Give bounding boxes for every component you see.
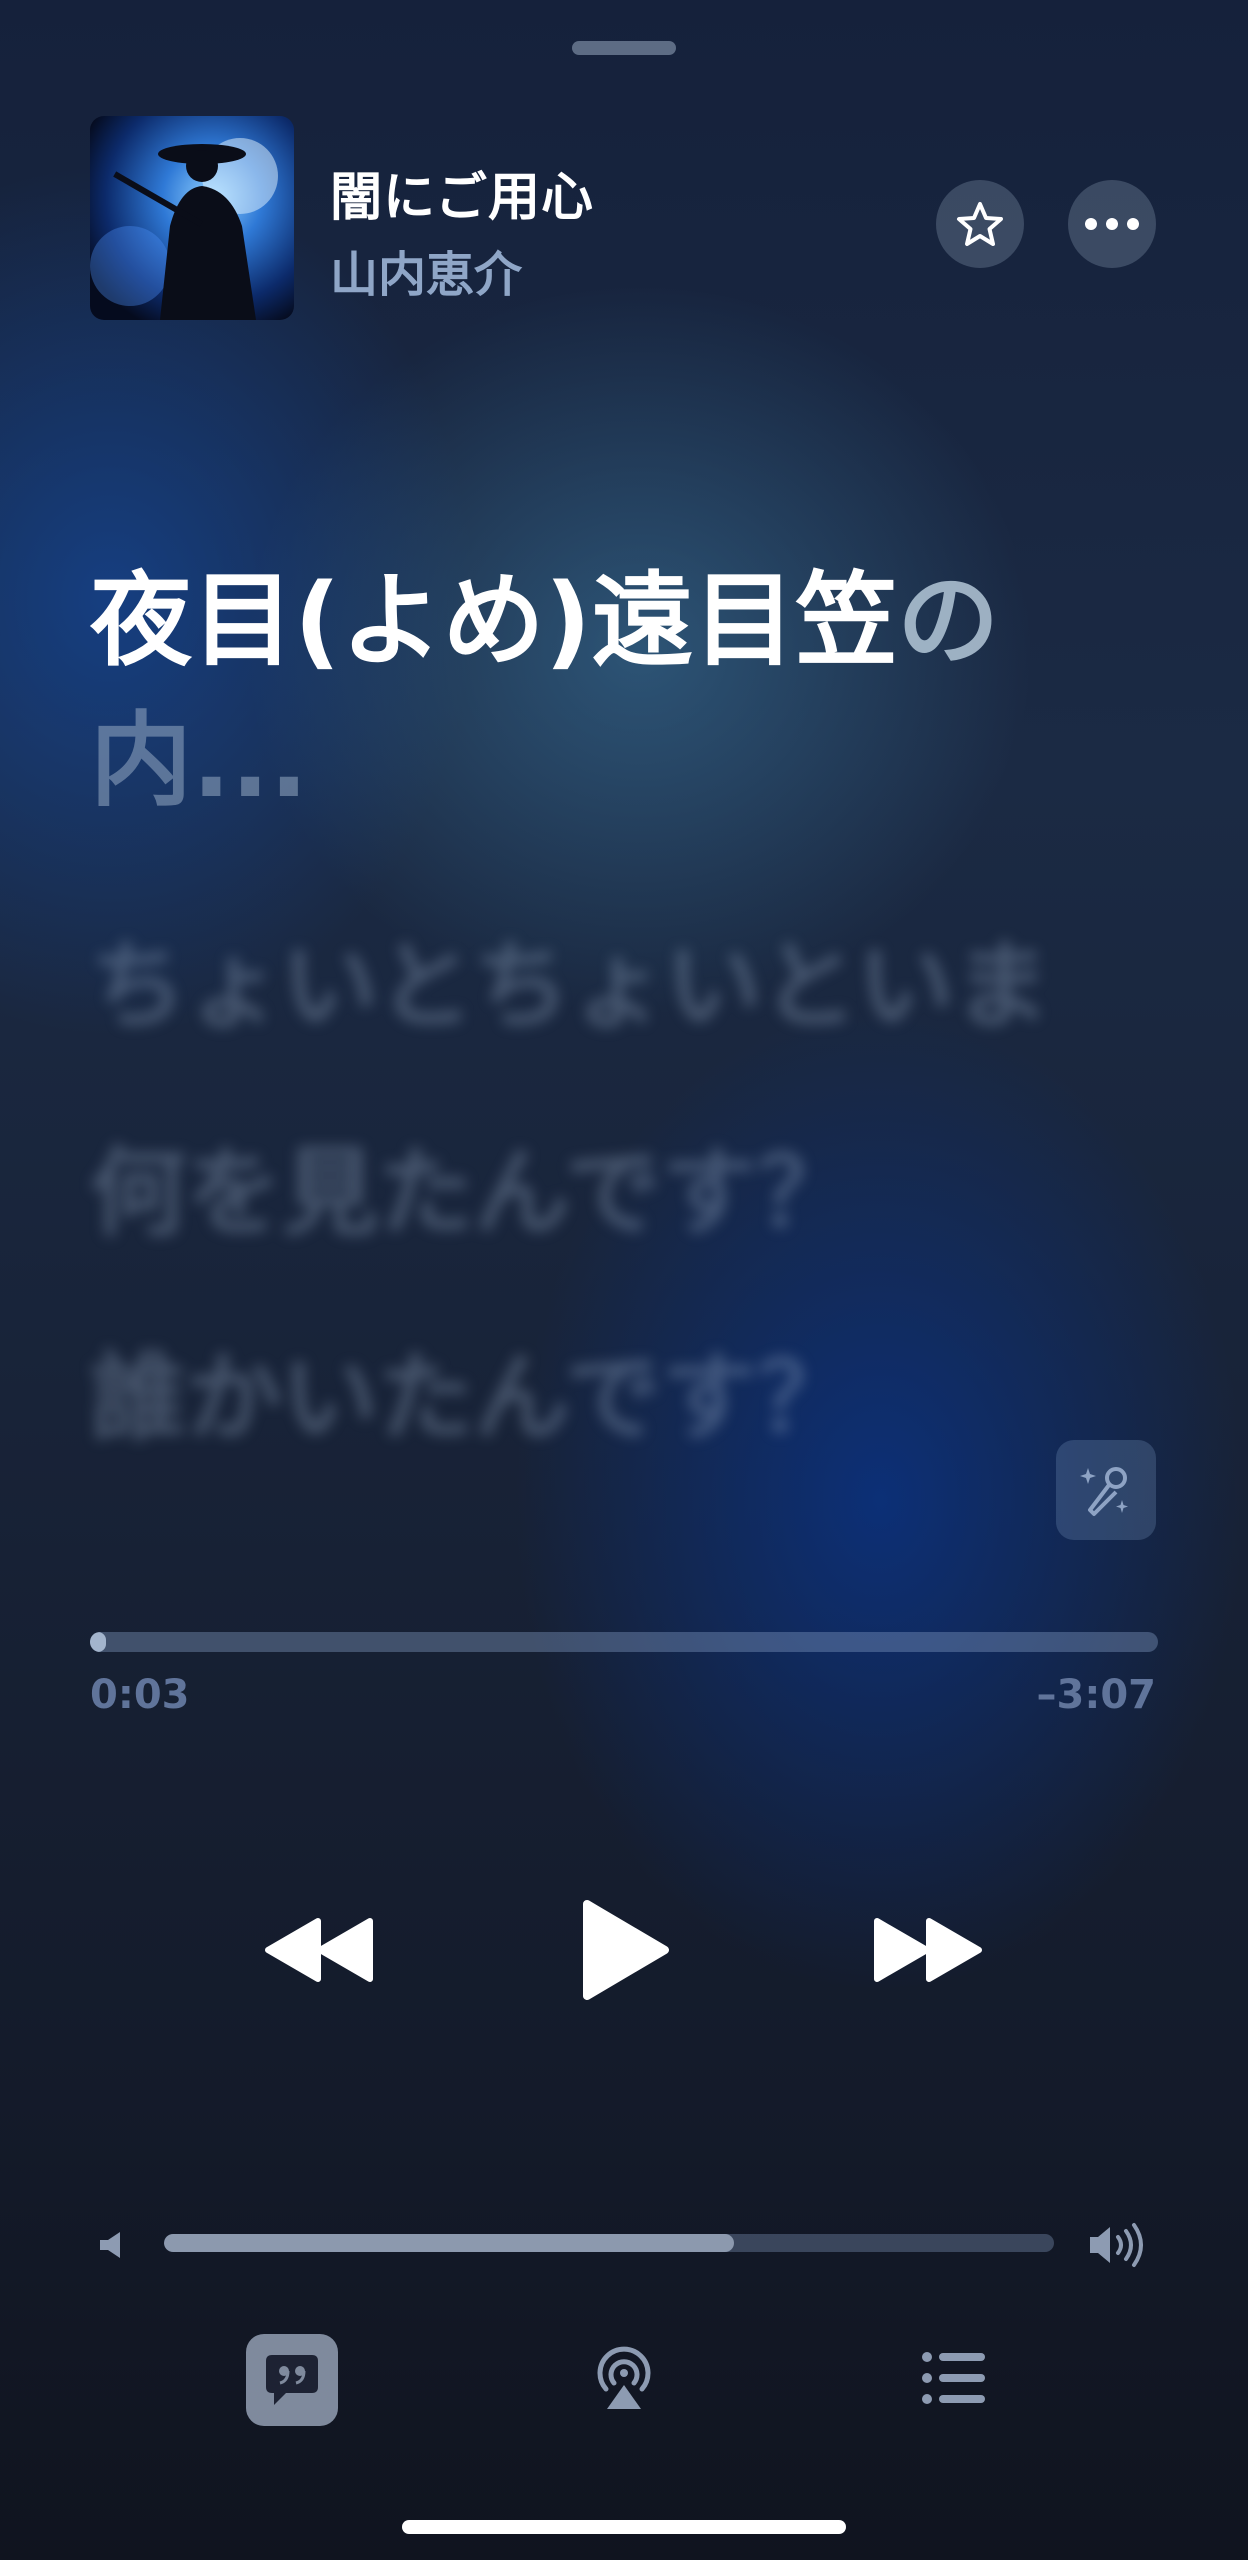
- microphone-sparkle-icon: [1080, 1467, 1128, 1516]
- star-icon: [957, 202, 1003, 246]
- song-title[interactable]: 闇にご用心: [330, 155, 594, 230]
- ellipsis-icon: [1085, 218, 1139, 230]
- lyric-sung-part: 夜目(よめ)遠目笠: [90, 562, 898, 681]
- sing-button[interactable]: [1056, 1440, 1156, 1540]
- artist-name[interactable]: 山内恵介: [330, 235, 522, 305]
- airplay-button[interactable]: [584, 2338, 664, 2418]
- lyrics-button[interactable]: [246, 2334, 338, 2426]
- lyric-line[interactable]: 誰かいたんです？: [90, 1320, 853, 1459]
- list-icon: [922, 2352, 985, 2404]
- home-indicator[interactable]: [402, 2520, 846, 2534]
- rewind-button[interactable]: [255, 1900, 385, 2000]
- forward-button[interactable]: [862, 1900, 992, 2000]
- album-artwork[interactable]: [90, 116, 294, 320]
- volume-level-fill: [164, 2234, 734, 2252]
- play-icon: [583, 1900, 669, 2000]
- play-button[interactable]: [570, 1890, 680, 2010]
- lyric-line[interactable]: ちょいとちょいといま: [90, 908, 1050, 1047]
- favorite-button[interactable]: [936, 180, 1024, 268]
- lyric-line[interactable]: 何を見たんです？: [90, 1115, 853, 1254]
- backward-icon: [265, 1918, 373, 1982]
- playback-progress-fill: [90, 1632, 107, 1652]
- current-lyric-line[interactable]: 夜目(よめ)遠目笠の内...: [90, 552, 1170, 832]
- quote-bubble-icon: [266, 2355, 318, 2405]
- remaining-time: –3:07: [1036, 1672, 1157, 1718]
- more-options-button[interactable]: [1068, 180, 1156, 268]
- volume-slider[interactable]: [164, 2234, 1054, 2252]
- background-gradient: [0, 0, 1248, 2560]
- playback-scrubber[interactable]: [90, 1632, 1158, 1652]
- lyric-upcoming-part: 内...: [90, 702, 309, 821]
- volume-high-icon: [1090, 2223, 1143, 2267]
- airplay-audio-icon: [597, 2346, 651, 2409]
- lyric-fading-part: の: [897, 562, 1000, 681]
- elapsed-time: 0:03: [90, 1672, 190, 1718]
- queue-button[interactable]: [918, 2342, 990, 2414]
- forward-icon: [874, 1918, 982, 1982]
- sheet-grabber[interactable]: [572, 41, 676, 55]
- volume-low-icon: [100, 2232, 120, 2258]
